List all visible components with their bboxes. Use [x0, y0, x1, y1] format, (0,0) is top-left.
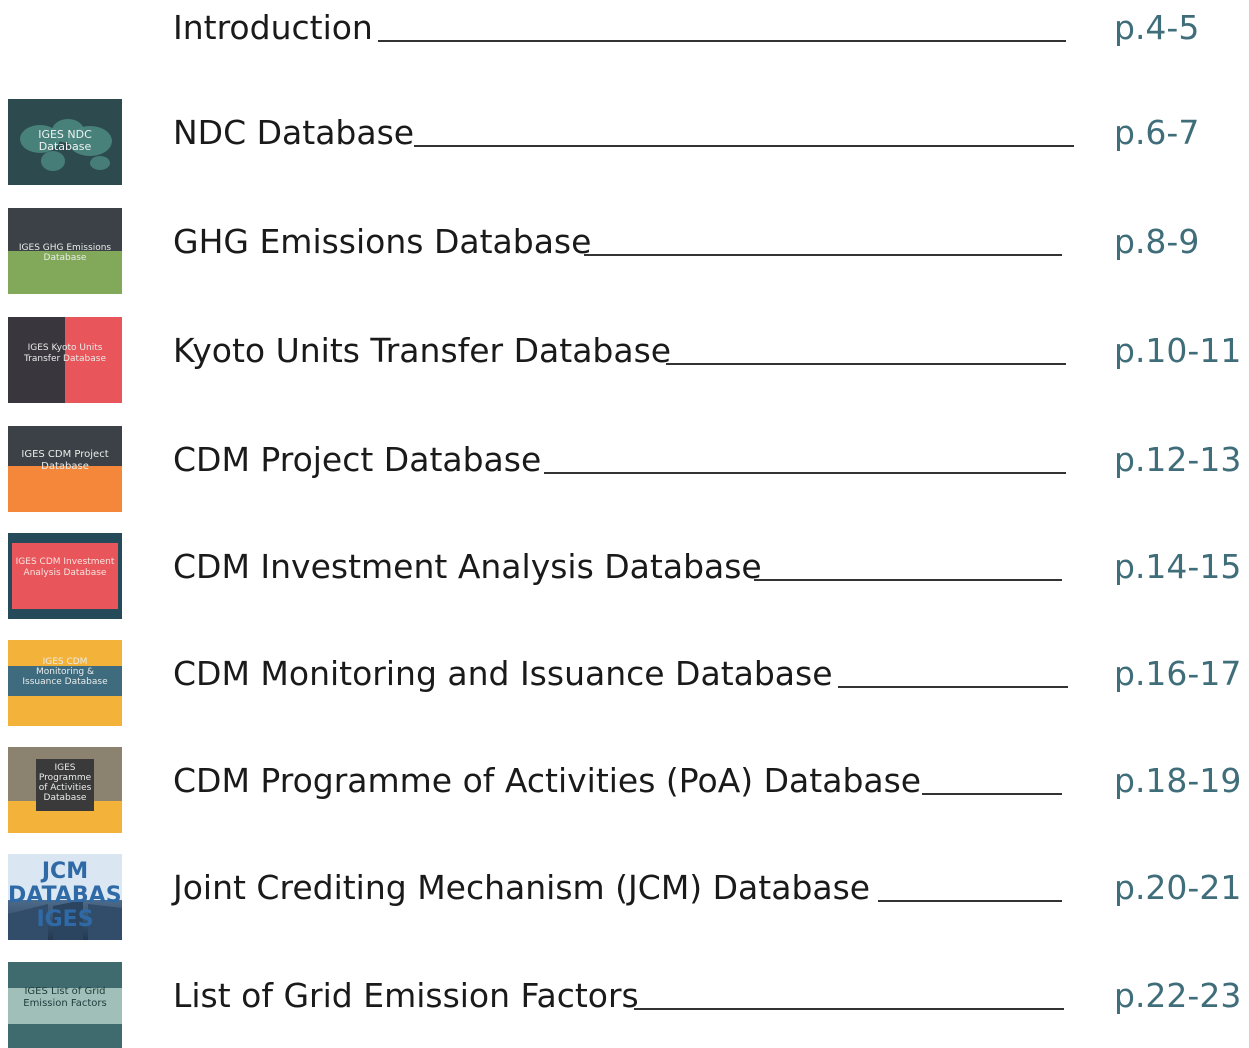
toc-entry-page: p.8-9 — [1114, 222, 1200, 261]
thumb-caption: IGES List of Grid Emission Factors — [23, 986, 107, 1009]
toc-entry-cdm-poa-database[interactable]: IGES Programme of Activities Database CD… — [0, 747, 1249, 833]
toc-entry-cdm-monitoring-and-issuance-database[interactable]: IGES CDM Monitoring & Issuance Database … — [0, 640, 1249, 726]
thumb-caption: IGES CDM Monitoring & Issuance Database — [22, 657, 108, 687]
thumb-caption: IGES GHG Emissions Database — [18, 243, 112, 263]
toc-entry-page: p.16-17 — [1114, 654, 1242, 693]
thumb-caption: IGES Programme of Activities Database — [38, 763, 92, 803]
toc-entry-title: CDM Investment Analysis Database — [173, 547, 762, 586]
leader-line — [544, 472, 1066, 474]
cdm-investment-thumbnail: IGES CDM Investment Analysis Database — [8, 533, 122, 619]
thumb-caption: IGES CDM Investment Analysis Database — [15, 557, 115, 578]
leader-line — [878, 900, 1062, 902]
toc-entry-title: NDC Database — [173, 113, 415, 152]
toc-entry-page: p.22-23 — [1114, 976, 1242, 1015]
cdm-monitoring-thumbnail: IGES CDM Monitoring & Issuance Database — [8, 640, 122, 726]
leader-line — [584, 254, 1062, 256]
cdm-project-thumbnail: IGES CDM Project Database — [8, 426, 122, 512]
toc-entry-ndc-database[interactable]: IGES NDC Database NDC Database p.6-7 — [0, 99, 1249, 185]
table-of-contents: Introduction p.4-5 IGES NDC Database NDC… — [0, 0, 1249, 1048]
toc-entry-title: Introduction — [173, 8, 373, 47]
kyoto-database-thumbnail: IGES Kyoto Units Transfer Database — [8, 317, 122, 403]
leader-line — [922, 793, 1062, 795]
leader-line — [378, 40, 1066, 42]
leader-line — [666, 363, 1066, 365]
toc-entry-title: GHG Emissions Database — [173, 222, 592, 261]
toc-entry-title: List of Grid Emission Factors — [173, 976, 639, 1015]
toc-entry-grid-emission-factors[interactable]: IGES List of Grid Emission Factors List … — [0, 962, 1249, 1048]
toc-entry-page: p.18-19 — [1114, 761, 1242, 800]
jcm-database-thumbnail: JCM DATABASE IGES — [8, 854, 122, 940]
toc-entry-title: CDM Monitoring and Issuance Database — [173, 654, 833, 693]
cdm-poa-thumbnail: IGES Programme of Activities Database — [8, 747, 122, 833]
toc-entry-title: Kyoto Units Transfer Database — [173, 331, 672, 370]
grid-emission-thumbnail: IGES List of Grid Emission Factors — [8, 962, 122, 1048]
toc-entry-ghg-emissions-database[interactable]: IGES GHG Emissions Database GHG Emission… — [0, 208, 1249, 294]
toc-entry-page: p.6-7 — [1114, 113, 1200, 152]
thumb-caption: IGES Kyoto Units Transfer Database — [24, 343, 106, 364]
toc-entry-jcm-database[interactable]: JCM DATABASE IGES Joint Crediting Mechan… — [0, 854, 1249, 940]
leader-line — [754, 579, 1062, 581]
toc-entry-page: p.12-13 — [1114, 440, 1242, 479]
toc-entry-cdm-investment-analysis-database[interactable]: IGES CDM Investment Analysis Database CD… — [0, 533, 1249, 619]
toc-entry-title: CDM Programme of Activities (PoA) Databa… — [173, 761, 922, 800]
toc-entry-page: p.4-5 — [1114, 8, 1200, 47]
toc-entry-page: p.20-21 — [1114, 868, 1242, 907]
toc-entry-kyoto-units-transfer-database[interactable]: IGES Kyoto Units Transfer Database Kyoto… — [0, 317, 1249, 403]
toc-entry-title: CDM Project Database — [173, 440, 542, 479]
toc-entry-title: Joint Crediting Mechanism (JCM) Database — [173, 868, 871, 907]
toc-entry-cdm-project-database[interactable]: IGES CDM Project Database CDM Project Da… — [0, 426, 1249, 512]
thumb-caption: IGES NDC Database — [38, 128, 92, 153]
leader-line — [634, 1008, 1064, 1010]
leader-line — [838, 686, 1068, 688]
thumb-caption: JCM DATABASE IGES — [8, 859, 122, 932]
toc-entry-introduction[interactable]: Introduction p.4-5 — [0, 0, 1249, 80]
ndc-database-thumbnail: IGES NDC Database — [8, 99, 122, 185]
toc-entry-page: p.14-15 — [1114, 547, 1242, 586]
toc-entry-page: p.10-11 — [1114, 331, 1242, 370]
thumb-caption: IGES CDM Project Database — [21, 449, 109, 472]
leader-line — [414, 145, 1074, 147]
ghg-database-thumbnail: IGES GHG Emissions Database — [8, 208, 122, 294]
